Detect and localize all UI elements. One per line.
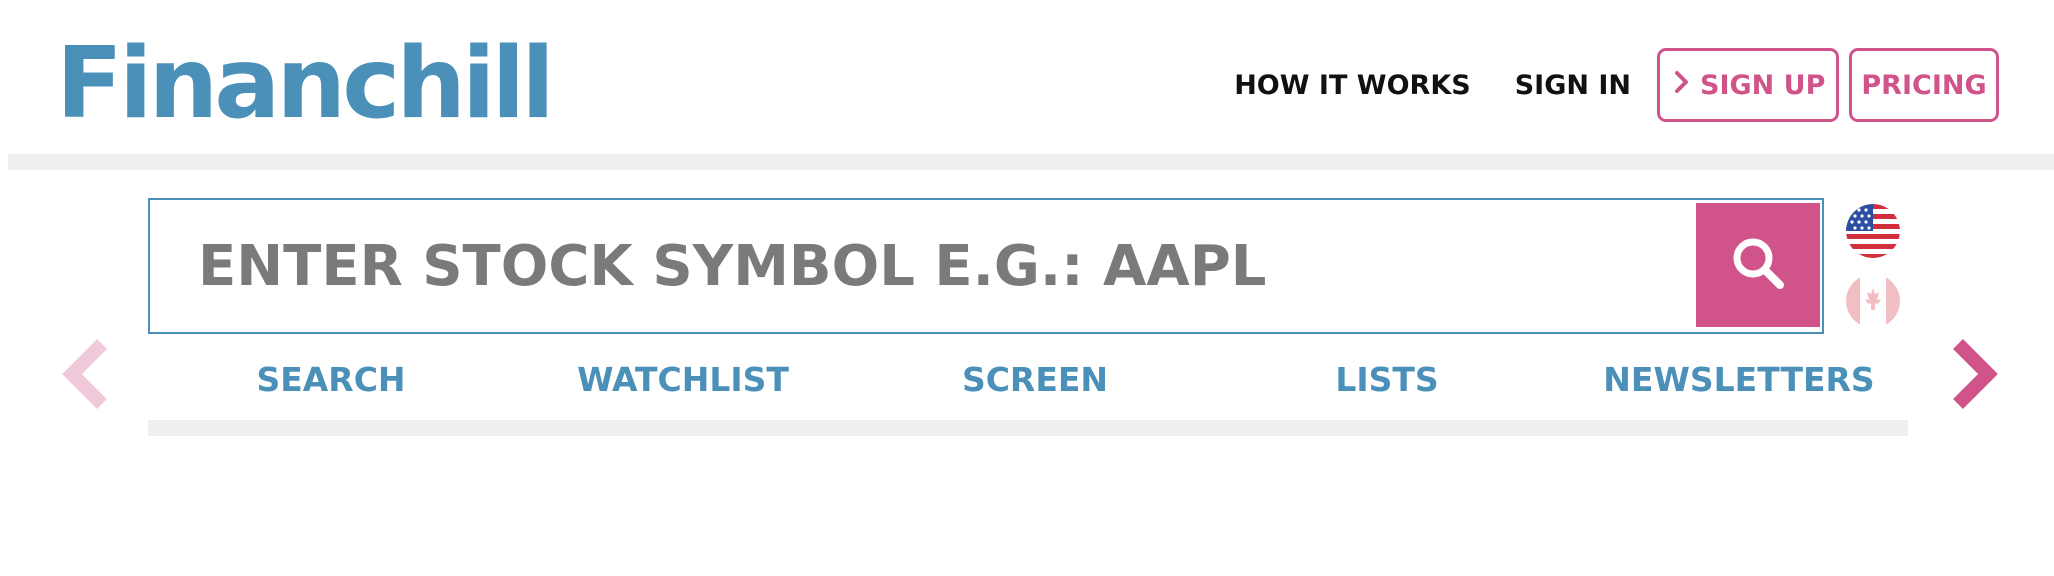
tabs-underline <box>148 420 1908 436</box>
chevron-right-icon <box>1674 70 1690 100</box>
sign-up-button[interactable]: SIGN UP <box>1657 48 1839 122</box>
header-divider <box>8 154 2054 170</box>
canada-flag-icon[interactable] <box>1846 274 1900 328</box>
carousel-next-button[interactable] <box>1944 334 2004 414</box>
tab-search[interactable]: SEARCH <box>148 350 514 410</box>
chevron-left-icon <box>56 339 116 418</box>
feature-tabs: SEARCH WATCHLIST SCREEN LISTS NEWSLETTER… <box>148 350 1912 410</box>
stock-search-box <box>148 198 1824 334</box>
main-nav: HOW IT WORKS SIGN IN SIGN UP PRICING <box>1234 46 1999 124</box>
pricing-button[interactable]: PRICING <box>1849 48 1999 122</box>
tab-newsletters[interactable]: NEWSLETTERS <box>1556 350 1922 410</box>
nav-sign-in[interactable]: SIGN IN <box>1515 70 1631 101</box>
tab-lists[interactable]: LISTS <box>1204 350 1570 410</box>
sign-up-label: SIGN UP <box>1700 69 1826 101</box>
stock-symbol-input[interactable] <box>150 200 1710 332</box>
pricing-label: PRICING <box>1861 69 1987 101</box>
site-header: Financhill HOW IT WORKS SIGN IN SIGN UP … <box>8 0 2054 154</box>
page: Financhill HOW IT WORKS SIGN IN SIGN UP … <box>8 0 2054 576</box>
carousel-prev-button[interactable] <box>56 334 116 414</box>
chevron-right-icon <box>1944 339 2004 418</box>
nav-how-it-works[interactable]: HOW IT WORKS <box>1234 70 1471 101</box>
search-button[interactable] <box>1696 203 1820 327</box>
tab-watchlist[interactable]: WATCHLIST <box>500 350 866 410</box>
us-flag-icon[interactable] <box>1846 204 1900 258</box>
search-icon <box>1728 233 1788 297</box>
tab-screen[interactable]: SCREEN <box>852 350 1218 410</box>
logo[interactable]: Financhill <box>56 28 555 140</box>
